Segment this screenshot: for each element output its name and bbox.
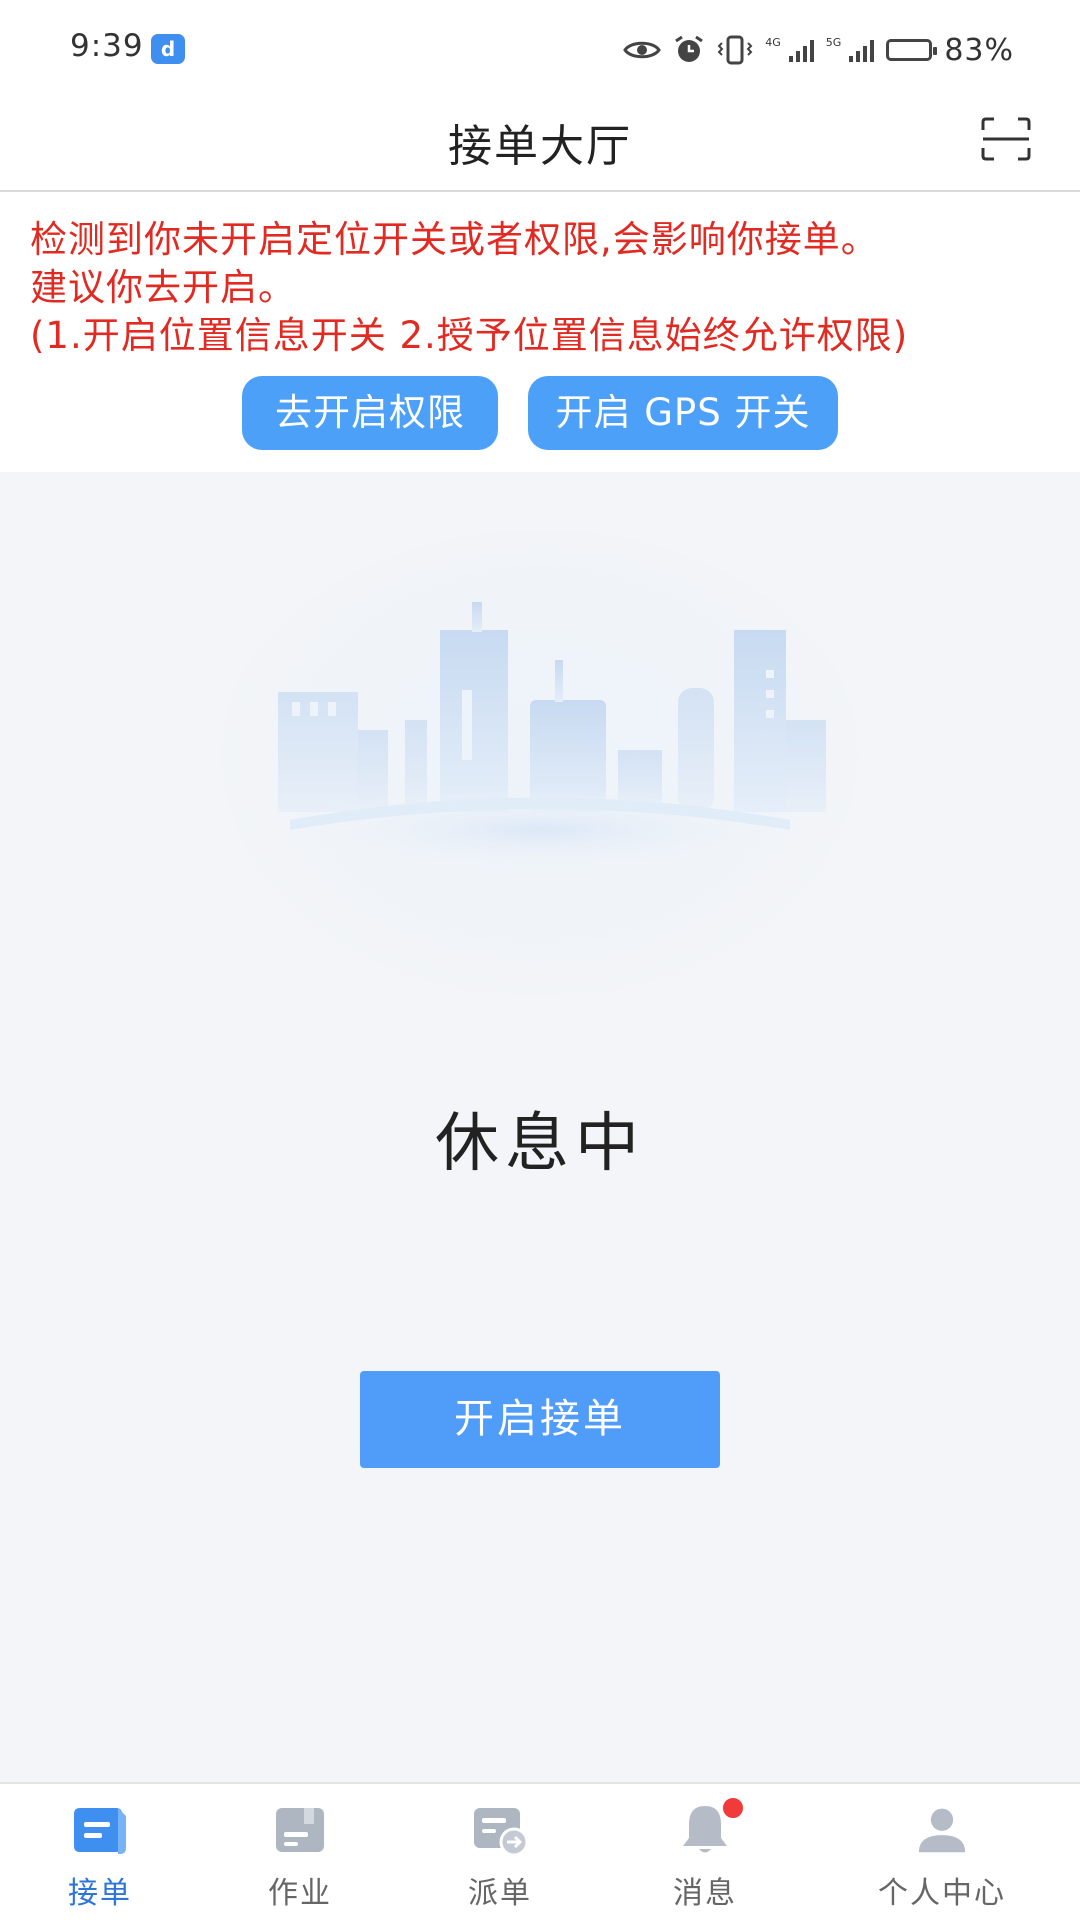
enable-permission-button[interactable]: 去开启权限: [242, 376, 498, 450]
order-icon: [74, 1808, 126, 1854]
signal-4g-icon: [788, 38, 814, 62]
warning-line-3: (1.开启位置信息开关 2.授予位置信息始终允许权限): [30, 314, 909, 357]
battery-percentage: 83%: [944, 32, 1014, 68]
alarm-icon: [675, 35, 704, 62]
scan-icon: [981, 117, 1031, 161]
task-icon: [276, 1808, 324, 1852]
vibrate-icon: [717, 35, 753, 65]
enable-gps-button[interactable]: 开启 GPS 开关: [528, 376, 838, 450]
nav-item-profile[interactable]: 个人中心: [842, 1784, 1042, 1920]
warning-line-2: 建议你去开启。: [30, 266, 296, 309]
status-icons: 4G 5G 83%: [623, 28, 1014, 72]
nav-label-tasks: 作业: [268, 1876, 332, 1911]
warning-line-1: 检测到你未开启定位开关或者权限,会影响你接单。: [30, 218, 879, 261]
nav-label-orders: 接单: [68, 1876, 132, 1911]
nav-label-profile: 个人中心: [878, 1876, 1006, 1911]
dispatch-icon: [474, 1808, 529, 1857]
nav-label-messages: 消息: [673, 1876, 737, 1911]
scan-button[interactable]: [980, 116, 1032, 162]
app-header: 接单大厅: [0, 96, 1080, 192]
nav-item-orders[interactable]: 接单: [0, 1784, 200, 1920]
status-bar: 9:39 d 4G 5G 83%: [0, 0, 1080, 96]
nav-item-dispatch[interactable]: 派单: [400, 1784, 600, 1920]
network-4g-label: 4G: [765, 35, 781, 49]
message-badge: [721, 1796, 745, 1820]
nav-label-dispatch: 派单: [468, 1876, 532, 1911]
app-notification-icon: d: [151, 34, 185, 64]
warning-text: 检测到你未开启定位开关或者权限,会影响你接单。 建议你去开启。 (1.开启位置信…: [30, 216, 1070, 360]
bottom-navigation: 接单 作业 派单 消息 个人中心: [0, 1782, 1080, 1920]
nav-item-tasks[interactable]: 作业: [200, 1784, 400, 1920]
page-title: 接单大厅: [448, 121, 632, 172]
battery-icon: [886, 39, 938, 61]
eye-icon: [623, 41, 662, 59]
location-warning: 检测到你未开启定位开关或者权限,会影响你接单。 建议你去开启。 (1.开启位置信…: [0, 192, 1080, 472]
start-accepting-orders-button[interactable]: 开启接单: [360, 1371, 720, 1468]
status-time: 9:39: [70, 28, 144, 64]
order-hall-page: 9:39 d 4G 5G 83% 接单大厅 检测到你未开启定位开关或者权限,会影…: [0, 0, 1080, 1920]
network-5g-label: 5G: [825, 35, 842, 49]
city-illustration: [210, 530, 870, 1030]
person-icon: [918, 1808, 966, 1853]
nav-item-messages[interactable]: 消息: [605, 1784, 805, 1920]
signal-5g-icon: [849, 38, 875, 62]
rest-status-text: 休息中: [435, 1107, 645, 1181]
